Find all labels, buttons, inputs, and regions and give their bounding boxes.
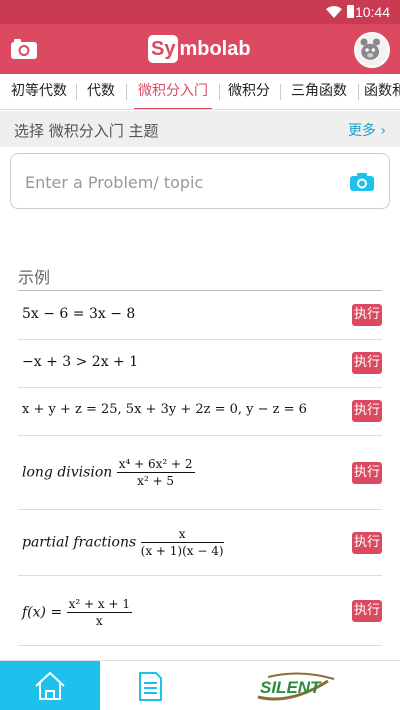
run-button[interactable]: 执行	[352, 462, 382, 484]
fraction-denominator: (x + 1)(x − 4)	[140, 544, 224, 558]
example-row[interactable]: partial fractions x (x + 1)(x − 4) 执行	[18, 510, 382, 576]
topic-bar: 选择 微积分入门 主题 更多 ›	[0, 111, 400, 147]
tab-divider	[76, 84, 77, 100]
example-expression: long division x⁴ + 6x² + 2 x² + 5	[22, 456, 195, 489]
logo-text: mbolab	[179, 37, 251, 60]
fraction: x² + x + 1 x	[66, 596, 132, 629]
examples-title: 示例	[18, 268, 51, 287]
status-time: 10:44	[354, 4, 390, 20]
example-row[interactable]: 5x − 6 = 3x − 8 执行	[18, 292, 382, 340]
example-row[interactable]: long division x⁴ + 6x² + 2 x² + 5 执行	[18, 436, 382, 510]
problem-input-box	[10, 153, 390, 209]
tab-divider	[219, 84, 220, 100]
app-header: Sy mbolab	[0, 24, 400, 74]
example-prefix: partial fractions	[22, 534, 137, 551]
silent-logo: SILENT	[250, 667, 350, 707]
more-link[interactable]: 更多 ›	[348, 120, 386, 140]
avatar-icon	[360, 38, 380, 60]
silent-logo-text: SILENT	[260, 678, 322, 697]
tab-trigonometry[interactable]: 三角函数	[286, 74, 352, 109]
example-row[interactable]: −x + 3 > 2x + 1 执行	[18, 340, 382, 388]
fraction-numerator: x² + x + 1	[66, 597, 132, 613]
divider	[18, 290, 382, 291]
example-expression: partial fractions x (x + 1)(x − 4)	[22, 526, 224, 559]
camera-scan-icon[interactable]	[349, 172, 375, 192]
nav-notes-button[interactable]	[100, 661, 200, 710]
run-button[interactable]: 执行	[352, 400, 382, 422]
silent-logo-mark: SILENT	[257, 672, 335, 701]
topic-label: 选择 微积分入门 主题	[14, 122, 159, 140]
tab-precalculus[interactable]: 微积分入门	[132, 74, 214, 109]
chevron-right-icon: ›	[375, 123, 386, 139]
camera-icon[interactable]	[10, 38, 38, 60]
symbolab-logo: Sy mbolab	[148, 34, 251, 64]
fraction-numerator: x	[140, 526, 224, 543]
home-icon	[35, 671, 65, 700]
example-expression: x + y + z = 25, 5x + 3y + 2z = 0, y − z …	[22, 402, 307, 417]
example-expression: 5x − 6 = 3x − 8	[22, 306, 136, 322]
run-button[interactable]: 执行	[352, 600, 382, 622]
example-expression: f(x) = x² + x + 1 x	[22, 596, 132, 629]
more-label: 更多	[347, 123, 376, 139]
tab-functions[interactable]: 函数和	[364, 74, 400, 109]
run-button[interactable]: 执行	[352, 304, 382, 326]
fraction: x⁴ + 6x² + 2 x² + 5	[116, 456, 195, 489]
tab-divider	[280, 84, 281, 100]
status-bar: 10:44	[0, 0, 400, 24]
fraction-numerator: x⁴ + 6x² + 2	[116, 457, 195, 473]
tab-algebra[interactable]: 代数	[82, 74, 120, 109]
example-expression: −x + 3 > 2x + 1	[22, 354, 139, 370]
logo-box: Sy	[148, 35, 179, 63]
example-prefix: long division	[22, 464, 113, 481]
topic-tabs: 初等代数 代数 微积分入门 微积分 三角函数 函数和	[0, 74, 400, 110]
document-icon	[139, 672, 162, 701]
fraction-denominator: x	[95, 614, 103, 628]
example-prefix: f(x) =	[22, 604, 63, 621]
nav-home-button[interactable]	[0, 661, 100, 710]
example-row[interactable]: x + y + z = 25, 5x + 3y + 2z = 0, y − z …	[18, 388, 382, 436]
avatar[interactable]	[354, 32, 390, 68]
run-button[interactable]: 执行	[352, 352, 382, 374]
run-button[interactable]: 执行	[352, 532, 382, 554]
fraction-denominator: x² + 5	[137, 474, 175, 488]
wifi-icon	[326, 6, 342, 18]
tab-divider	[126, 84, 127, 100]
battery-icon	[347, 5, 354, 18]
tab-calculus[interactable]: 微积分	[224, 74, 274, 109]
bottom-nav: SILENT	[0, 660, 400, 710]
tab-divider	[358, 84, 359, 100]
problem-input[interactable]	[25, 168, 345, 196]
tab-elementary-algebra[interactable]: 初等代数	[6, 74, 72, 109]
fraction: x (x + 1)(x − 4)	[140, 526, 224, 559]
example-row[interactable]: f(x) = x² + x + 1 x 执行	[18, 576, 382, 646]
